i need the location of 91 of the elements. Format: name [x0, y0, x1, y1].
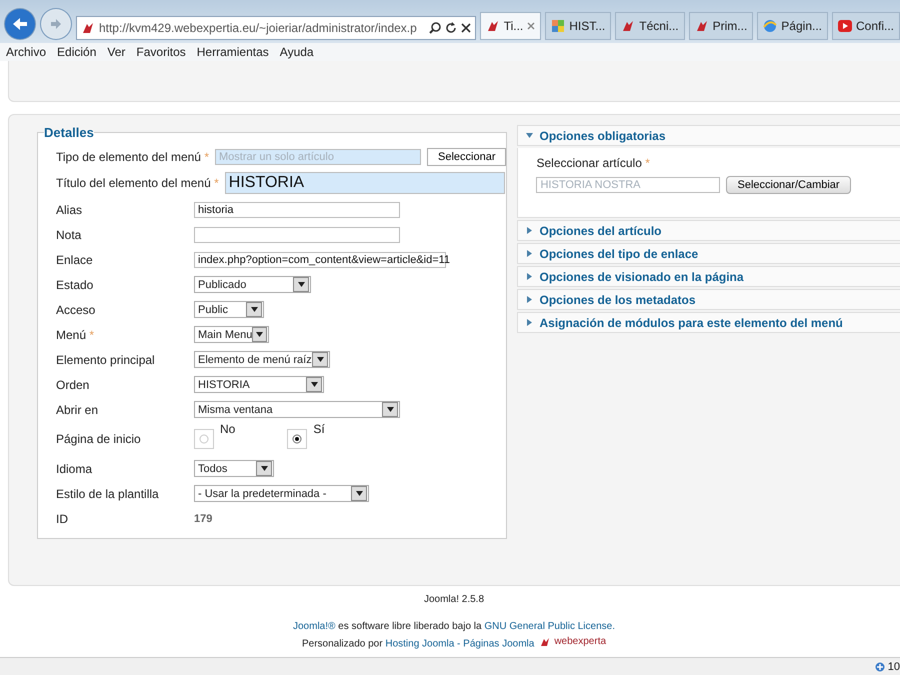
browser-tab[interactable]: Págin...: [757, 12, 828, 40]
field-label: Estado: [56, 278, 94, 292]
field-label: ID: [56, 512, 69, 526]
browser-tab[interactable]: Técni...: [615, 12, 685, 40]
dropdown[interactable]: Public: [194, 301, 264, 318]
menu-item[interactable]: Archivo: [6, 45, 46, 59]
back-button[interactable]: [4, 8, 36, 40]
dropdown[interactable]: Main Menu: [194, 326, 269, 343]
field-label: Página de inicio: [56, 432, 142, 446]
field-label: Menú *: [56, 328, 96, 342]
required-mark: *: [204, 150, 209, 164]
address-bar[interactable]: http://kvm429.webexpertia.eu/~joieriar/administrator/index.p: [76, 16, 476, 40]
webexperta-logo: webexperta: [540, 636, 606, 647]
required-mark: *: [214, 176, 219, 190]
radio-label: Sí: [313, 422, 325, 436]
accordion-header[interactable]: Opciones de los metadatos: [517, 289, 900, 310]
accordion-header[interactable]: Opciones del artículo: [517, 220, 900, 241]
input-field[interactable]: [194, 226, 400, 242]
close-icon: [460, 23, 471, 33]
radio-button[interactable]: [287, 429, 308, 449]
forward-button[interactable]: [40, 8, 72, 40]
browser-tab[interactable]: Prim...: [688, 12, 754, 40]
credit-text: Personalizado por Hosting Joomla - Páginas Joomla webexperta: [302, 636, 606, 650]
menu-item[interactable]: Herramientas: [196, 45, 269, 59]
zoom-icon: [874, 662, 885, 672]
browser-tab[interactable]: Confi...: [832, 12, 900, 40]
browser-tab[interactable]: Ti...: [480, 12, 542, 40]
menu-item[interactable]: Ayuda: [280, 45, 314, 59]
id-value: 179: [194, 512, 212, 524]
select-button[interactable]: Seleccionar/Cambiar: [726, 176, 851, 194]
radio-label: No: [220, 422, 236, 436]
hosting-link[interactable]: Hosting Joomla - Páginas Joomla: [385, 638, 534, 650]
flame-icon: [621, 19, 636, 33]
dropdown[interactable]: Elemento de menú raíz: [194, 351, 330, 368]
arrow-left-icon: [12, 17, 28, 31]
field-label: Alias: [56, 202, 84, 216]
field-label: Orden: [56, 378, 90, 392]
close-icon: [527, 22, 536, 30]
flame-icon: [486, 19, 500, 33]
caret-down-icon: [526, 132, 534, 139]
field-label: Idioma: [56, 462, 94, 476]
menu-item[interactable]: Ver: [107, 45, 126, 59]
refresh-icon: [444, 22, 457, 34]
dropdown[interactable]: - Usar la predeterminada -: [194, 485, 369, 502]
accordion-header[interactable]: Opciones obligatorias: [517, 125, 900, 146]
zoom-level: 10: [888, 660, 900, 672]
field-label: Tipo de elemento del menú *: [56, 150, 209, 164]
menu-item[interactable]: Edición: [57, 45, 96, 59]
select-button[interactable]: Seleccionar: [427, 148, 506, 166]
field-label: Enlace: [56, 252, 94, 266]
accordion-header[interactable]: Opciones de visionado en la página: [517, 266, 900, 287]
play-icon: [838, 20, 852, 32]
caret-right-icon: [526, 250, 534, 257]
dropdown[interactable]: HISTORIA: [194, 376, 324, 393]
caret-right-icon: [526, 319, 534, 326]
field-label: Seleccionar artículo *: [536, 156, 651, 170]
accordion-header[interactable]: Opciones del tipo de enlace: [517, 243, 900, 264]
input-field[interactable]: historia: [194, 202, 400, 218]
browser-tab[interactable]: HIST...: [545, 12, 612, 40]
joomla-link[interactable]: Joomla!®: [293, 621, 336, 632]
field-label: Título del elemento del menú *: [56, 176, 219, 190]
dropdown[interactable]: Misma ventana: [194, 401, 400, 418]
radio-circle-icon: [199, 434, 209, 444]
caret-right-icon: [526, 227, 534, 234]
search-icon: [428, 22, 441, 34]
flame-icon: [694, 19, 709, 33]
globe-icon: [763, 19, 778, 33]
license-text: Joomla!® es software libre liberado bajo la GNU General Public License.: [293, 621, 615, 632]
puzzle-icon: [551, 19, 566, 33]
caret-right-icon: [526, 296, 534, 303]
flame-icon: [80, 21, 95, 35]
field-label: Elemento principal: [56, 352, 156, 366]
field-label: Acceso: [56, 302, 96, 316]
required-mark: *: [645, 156, 650, 170]
required-mark: *: [89, 328, 94, 342]
section-title: Detalles: [44, 125, 94, 140]
dropdown[interactable]: Todos: [194, 460, 274, 477]
input-field[interactable]: HISTORIA: [224, 172, 505, 194]
field-label: Estilo de la plantilla: [56, 486, 160, 500]
license-link[interactable]: GNU General Public License.: [484, 621, 615, 632]
menu-item[interactable]: Favoritos: [136, 45, 186, 59]
dropdown[interactable]: Publicado: [194, 276, 311, 293]
field-label: Nota: [56, 228, 82, 242]
radio-dot-icon: [292, 434, 302, 444]
field-label: Abrir en: [56, 402, 100, 416]
radio-button[interactable]: [194, 429, 214, 449]
caret-right-icon: [526, 273, 534, 280]
arrow-right-icon: [50, 19, 62, 29]
url-text: http://kvm429.webexpertia.eu/~joieriar/administrator/index.p: [98, 21, 418, 35]
accordion-header[interactable]: Asignación de módulos para este elemento del menú: [517, 312, 900, 333]
version-text: Joomla! 2.5.8: [424, 594, 484, 605]
